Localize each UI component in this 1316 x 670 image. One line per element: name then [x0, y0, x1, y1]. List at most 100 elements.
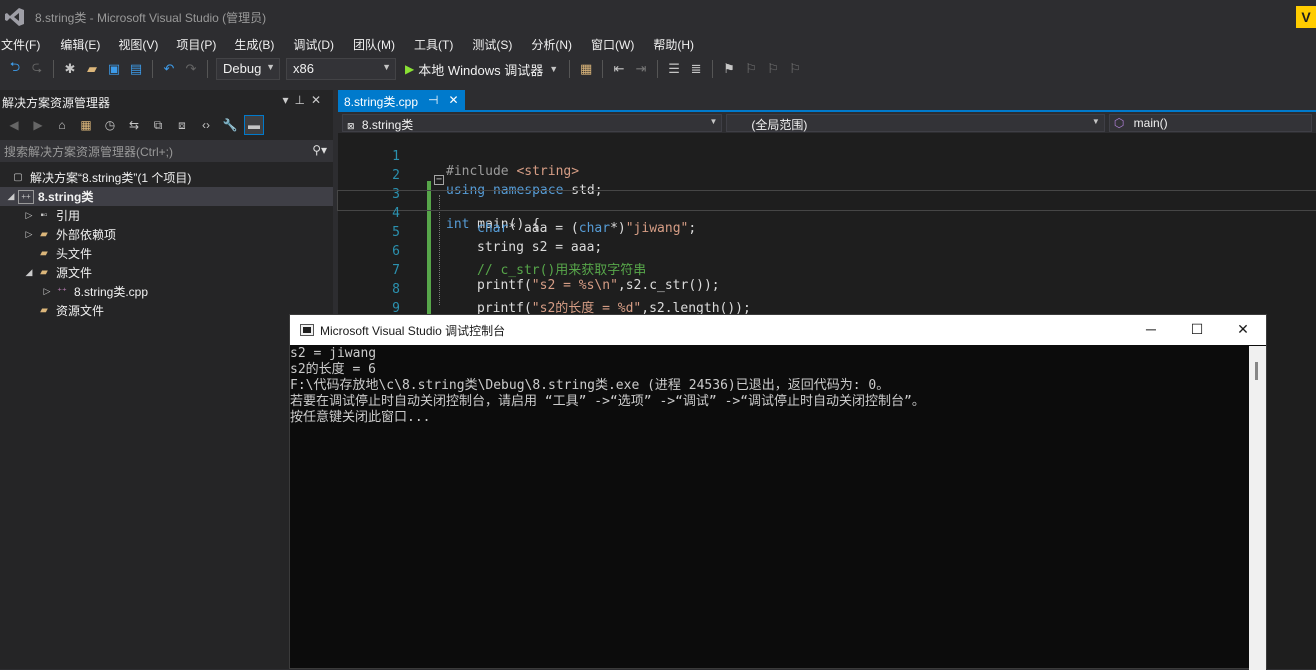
switch-views-icon[interactable]: ▦ [76, 115, 96, 135]
console-app-icon [300, 324, 314, 336]
solution-explorer-toolbar: ◀ ▶ ⌂ ▦ ◷ ⇆ ⧉ ⧈ ‹› 🔧 ▬ [0, 112, 333, 138]
code-line: 8 printf("s2的长度 = %d",s2.length()); [338, 267, 1316, 316]
solution-platform-dropdown[interactable]: x86 ▼ [286, 58, 396, 80]
console-scrollbar[interactable] [1249, 346, 1266, 670]
redo-icon[interactable]: ↷ [180, 58, 202, 80]
folder-icon: ▰ [40, 248, 48, 259]
project-dropdown[interactable]: ⊠ 8.string类 ▼ [342, 114, 723, 132]
toolbar-separator [657, 60, 659, 78]
menu-analyze[interactable]: 分析(N) [531, 33, 581, 53]
collapse-all-icon[interactable]: ⧉ [148, 115, 168, 135]
debug-console-window[interactable]: Microsoft Visual Studio 调试控制台 ─ ☐ ✕ s2 =… [289, 314, 1267, 670]
tree-item-resources[interactable]: ▰ 资源文件 [0, 301, 333, 320]
collapse-block-icon[interactable]: − [434, 175, 444, 185]
save-all-icon[interactable]: ▤ [125, 58, 147, 80]
collapsed-arrow-icon[interactable]: ▷ [22, 229, 36, 240]
console-title-bar[interactable]: Microsoft Visual Studio 调试控制台 ─ ☐ ✕ [290, 315, 1266, 345]
tree-item-sources[interactable]: ◢ ▰ 源文件 [0, 263, 333, 282]
menu-project[interactable]: 项目(P) [176, 33, 225, 53]
home-icon[interactable]: ⌂ [52, 115, 72, 135]
uncomment-lines-icon[interactable]: ≣ [685, 58, 707, 80]
panel-window-controls[interactable]: ▾⊥✕ [282, 93, 327, 107]
menu-test[interactable]: 测试(S) [472, 33, 521, 53]
chevron-down-icon: ▼ [709, 117, 718, 126]
console-output[interactable]: s2 = jiwang s2的长度 = 6 F:\代码存放地\c\8.strin… [290, 346, 1250, 670]
code-line: 2 using namespace std; [338, 153, 1316, 198]
close-icon[interactable]: ✕ [1220, 315, 1266, 345]
expanded-arrow-icon[interactable]: ◢ [4, 191, 18, 202]
pin-icon[interactable]: ⊣ [428, 93, 438, 109]
menu-tools[interactable]: 工具(T) [414, 33, 462, 53]
minimize-icon[interactable]: ─ [1128, 315, 1174, 345]
tree-item-references[interactable]: ▷ ▪▫ 引用 [0, 206, 333, 225]
menu-debug[interactable]: 调试(D) [293, 33, 343, 53]
tree-item-external-deps[interactable]: ▷ ▰ 外部依赖项 [0, 225, 333, 244]
tree-item-project[interactable]: ◢ ++ 8.string类 [0, 187, 333, 206]
open-file-icon[interactable]: ▰ [81, 58, 103, 80]
expanded-arrow-icon[interactable]: ◢ [22, 267, 36, 278]
view-code-icon[interactable]: ‹› [196, 115, 216, 135]
editor-navigation-bar: ⊠ 8.string类 ▼ (全局范围) ▼ ⬡ main() [338, 113, 1316, 133]
forward-icon[interactable]: ▶ [28, 115, 48, 135]
project-icon: ⊠ [347, 121, 355, 131]
show-all-files-icon[interactable]: ⧈ [172, 115, 192, 135]
editor-tab-active[interactable]: 8.string类.cpp ⊣ ✕ [338, 90, 465, 112]
save-icon[interactable]: ▣ [103, 58, 125, 80]
menu-view[interactable]: 视图(V) [118, 33, 167, 53]
undo-icon[interactable]: ↶ [158, 58, 180, 80]
code-line-current: 4 char* aaa = (char*)"jiwang"; [337, 190, 1316, 236]
back-icon[interactable]: ◀ [4, 115, 24, 135]
function-icon: ⬡ [1113, 116, 1125, 130]
chevron-down-icon: ▼ [266, 62, 275, 72]
forward-icon[interactable]: ⮎ [26, 58, 48, 80]
back-icon[interactable]: ⮌ [4, 58, 26, 80]
next-bookmark-icon[interactable]: ⚐ [762, 58, 784, 80]
menu-file[interactable]: 文件(F) [1, 33, 49, 53]
menu-build[interactable]: 生成(B) [234, 33, 283, 53]
menu-help[interactable]: 帮助(H) [653, 33, 703, 53]
standard-toolbar: ⮌ ⮎ ✱ ▰ ▣ ▤ ↶ ↷ Debug ▼ x86 ▼ ▶ 本地 Windo… [0, 55, 1316, 83]
pending-changes-icon[interactable]: ◷ [100, 115, 120, 135]
toolbar-separator [602, 60, 604, 78]
search-icon[interactable]: ⚲▾ [312, 143, 327, 157]
comment-lines-icon[interactable]: ☰ [663, 58, 685, 80]
scope-dropdown[interactable]: (全局范围) ▼ [726, 114, 1105, 132]
step-over-icon[interactable]: ⇥ [630, 58, 652, 80]
tree-item-solution[interactable]: ▢ 解决方案“8.string类”(1 个项目) [0, 168, 333, 187]
solution-configuration-dropdown[interactable]: Debug ▼ [216, 58, 280, 80]
headers-label: 头文件 [56, 247, 93, 261]
menu-window[interactable]: 窗口(W) [591, 33, 643, 53]
clear-bookmarks-icon[interactable]: ⚐ [784, 58, 806, 80]
bookmark-icon[interactable]: ⚑ [718, 58, 740, 80]
editor-tab-strip: 8.string类.cpp ⊣ ✕ [338, 90, 1316, 112]
close-icon[interactable]: ✕ [449, 93, 459, 109]
member-dropdown[interactable]: ⬡ main() [1108, 114, 1312, 132]
platform-value: x86 [293, 61, 314, 76]
folder-icon: ▰ [40, 305, 48, 316]
code-line: 1 #include <string> [338, 134, 1316, 179]
cpp-project-icon: ++ [18, 189, 34, 204]
collapsed-arrow-icon[interactable]: ▷ [40, 286, 54, 297]
solution-label: 解决方案“8.string类”(1 个项目) [30, 171, 192, 185]
scrollbar-thumb[interactable] [1255, 362, 1258, 380]
preview-selected-icon[interactable]: ▬ [244, 115, 264, 135]
start-debugging-button[interactable]: ▶ 本地 Windows 调试器 ▼ [405, 60, 558, 79]
collapsed-arrow-icon[interactable]: ▷ [22, 210, 36, 221]
browser-link-icon[interactable]: ▦ [575, 58, 597, 80]
console-title: Microsoft Visual Studio 调试控制台 [320, 324, 506, 338]
console-line: s2的长度 = 6 [290, 362, 376, 377]
menu-edit[interactable]: 编辑(E) [60, 33, 109, 53]
previous-bookmark-icon[interactable]: ⚐ [740, 58, 762, 80]
step-into-icon[interactable]: ⇤ [608, 58, 630, 80]
tree-item-headers[interactable]: ▰ 头文件 [0, 244, 333, 263]
notification-badge[interactable]: V [1296, 6, 1316, 28]
tree-item-source-file[interactable]: ▷ ⁺⁺ 8.string类.cpp [0, 282, 333, 301]
solution-explorer-search-input[interactable]: 搜索解决方案资源管理器(Ctrl+;) ⚲▾ [0, 140, 333, 162]
maximize-icon[interactable]: ☐ [1174, 315, 1220, 345]
external-deps-label: 外部依赖项 [56, 228, 117, 242]
properties-icon[interactable]: 🔧 [220, 115, 240, 135]
new-project-icon[interactable]: ✱ [59, 58, 81, 80]
menu-team[interactable]: 团队(M) [353, 33, 404, 53]
solution-explorer-title: 解决方案资源管理器 [2, 96, 111, 110]
sync-with-document-icon[interactable]: ⇆ [124, 115, 144, 135]
